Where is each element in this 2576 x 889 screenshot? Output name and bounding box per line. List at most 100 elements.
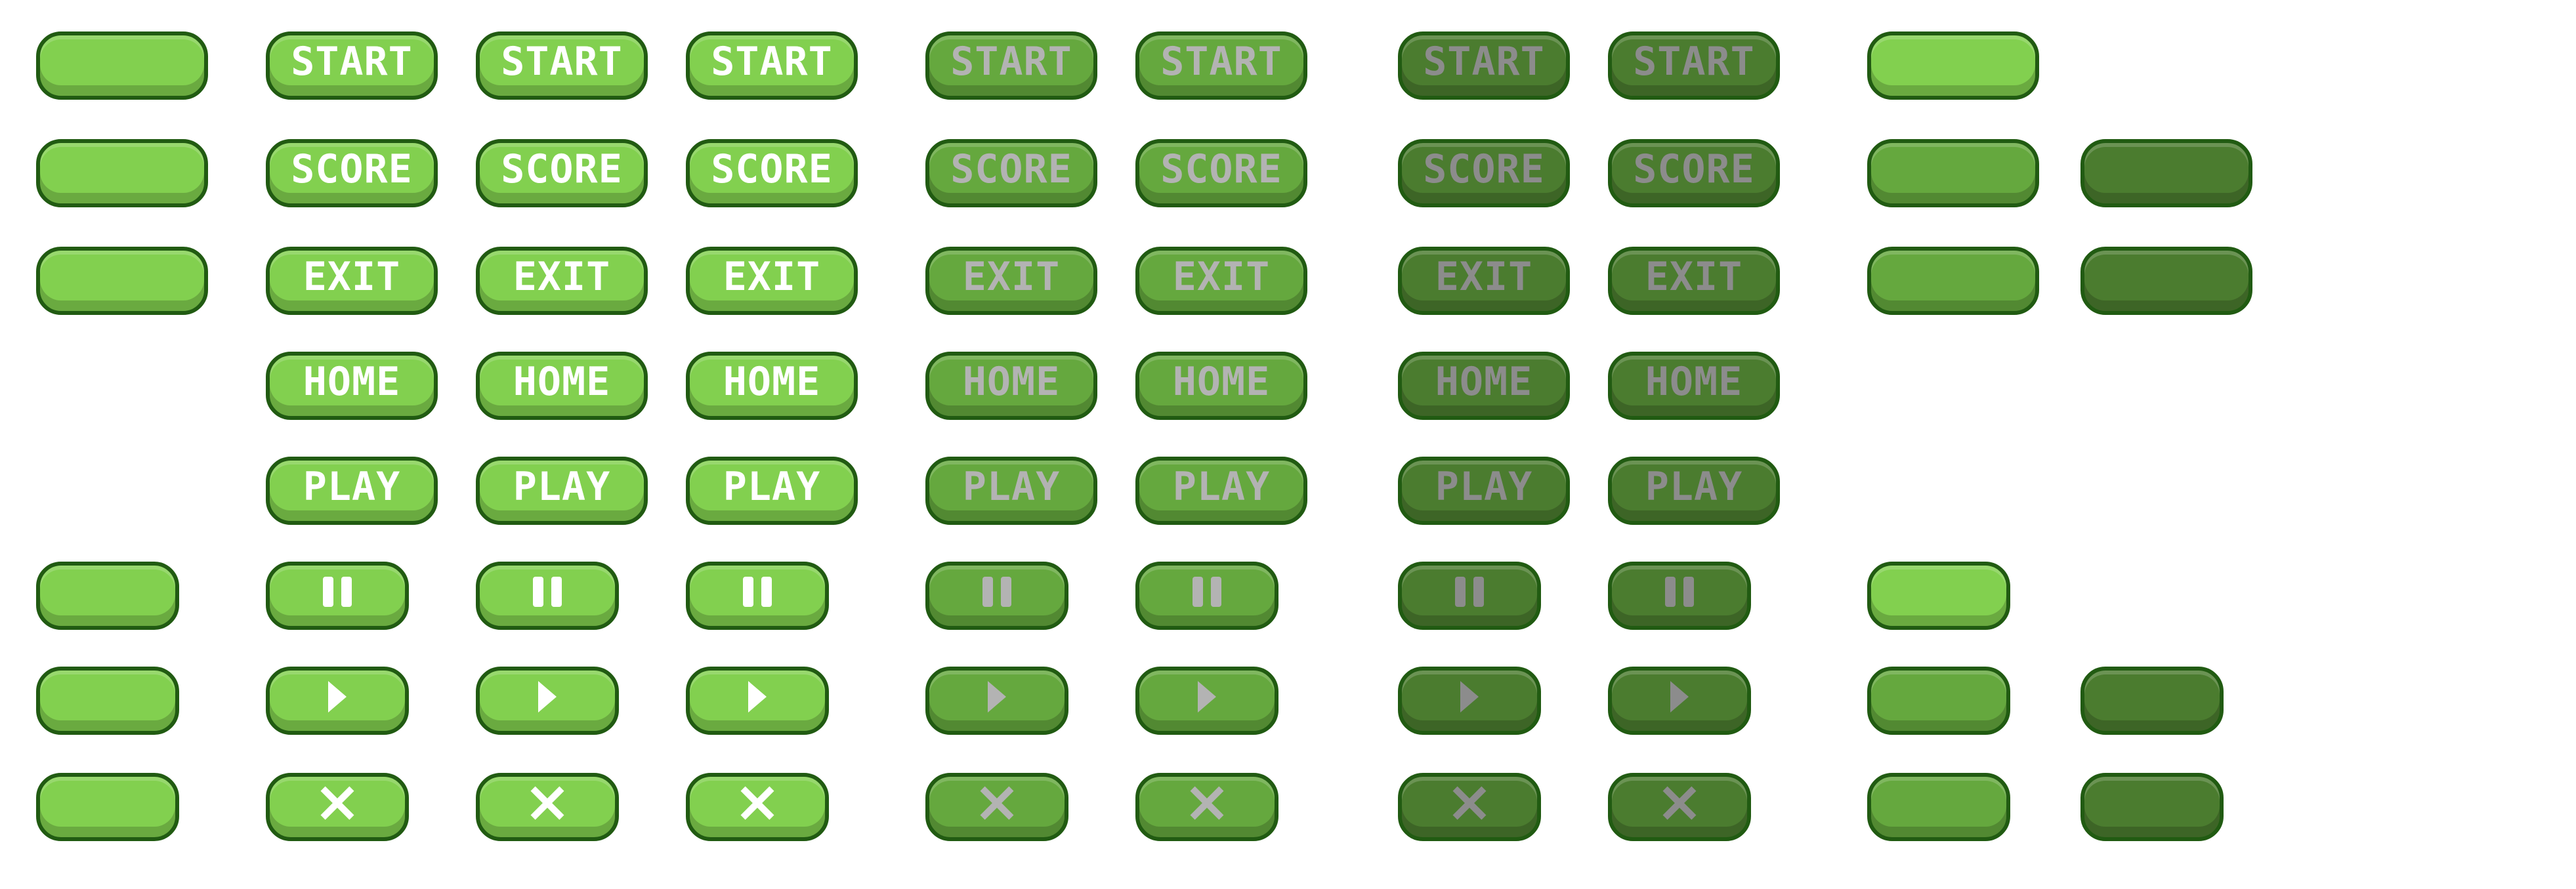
play-icon — [538, 681, 557, 713]
close-icon — [738, 784, 776, 822]
button-label: SCORE — [950, 146, 1072, 192]
play-button[interactable]: PLAY — [686, 457, 858, 525]
exit-button[interactable]: EXIT — [686, 247, 858, 315]
start-button[interactable]: START — [1608, 31, 1780, 100]
exit-button[interactable]: EXIT — [1398, 247, 1570, 315]
pause-button[interactable] — [686, 562, 829, 630]
button-label: HOME — [1435, 359, 1533, 405]
close-button[interactable] — [1398, 773, 1541, 841]
blank-button[interactable] — [36, 139, 208, 207]
home-button[interactable]: HOME — [1135, 352, 1307, 420]
blank-button[interactable] — [36, 31, 208, 100]
play-button[interactable] — [925, 667, 1068, 735]
blank-button[interactable] — [2080, 773, 2224, 841]
play-button[interactable] — [1398, 667, 1541, 735]
blank-button[interactable] — [1867, 773, 2010, 841]
blank-button[interactable] — [1867, 247, 2039, 315]
close-icon — [318, 784, 356, 822]
button-label: EXIT — [1645, 254, 1743, 300]
pause-button[interactable] — [925, 562, 1068, 630]
score-button[interactable]: SCORE — [1135, 139, 1307, 207]
play-icon — [328, 681, 347, 713]
blank-button[interactable] — [36, 667, 179, 735]
close-button[interactable] — [925, 773, 1068, 841]
pause-button[interactable] — [1608, 562, 1751, 630]
button-label: HOME — [723, 359, 821, 405]
pause-button[interactable] — [476, 562, 619, 630]
close-button[interactable] — [686, 773, 829, 841]
blank-button[interactable] — [1867, 139, 2039, 207]
blank-button[interactable] — [36, 562, 179, 630]
button-label: PLAY — [513, 464, 611, 510]
button-label: PLAY — [1172, 464, 1271, 510]
blank-button[interactable] — [1867, 562, 2010, 630]
score-button[interactable]: SCORE — [1608, 139, 1780, 207]
close-button[interactable] — [1608, 773, 1751, 841]
play-icon — [1670, 681, 1689, 713]
button-label: EXIT — [962, 254, 1061, 300]
play-button[interactable]: PLAY — [1608, 457, 1780, 525]
play-button[interactable] — [1608, 667, 1751, 735]
score-button[interactable]: SCORE — [266, 139, 438, 207]
close-button[interactable] — [476, 773, 619, 841]
pause-button[interactable] — [1135, 562, 1278, 630]
button-label: EXIT — [723, 254, 821, 300]
pause-button[interactable] — [266, 562, 409, 630]
pause-icon — [320, 577, 354, 607]
exit-button[interactable]: EXIT — [925, 247, 1097, 315]
start-button[interactable]: START — [476, 31, 648, 100]
start-button[interactable]: START — [1398, 31, 1570, 100]
score-button[interactable]: SCORE — [476, 139, 648, 207]
button-label: HOME — [1172, 359, 1271, 405]
button-label: SCORE — [501, 146, 623, 192]
score-button[interactable]: SCORE — [1398, 139, 1570, 207]
exit-button[interactable]: EXIT — [1608, 247, 1780, 315]
pause-button[interactable] — [1398, 562, 1541, 630]
close-button[interactable] — [266, 773, 409, 841]
blank-button[interactable] — [36, 773, 179, 841]
close-button[interactable] — [1135, 773, 1278, 841]
play-button[interactable]: PLAY — [266, 457, 438, 525]
play-button[interactable] — [266, 667, 409, 735]
button-label: START — [291, 39, 413, 85]
home-button[interactable]: HOME — [1398, 352, 1570, 420]
button-label: HOME — [1645, 359, 1743, 405]
pause-icon — [1190, 577, 1224, 607]
button-label: SCORE — [1160, 146, 1282, 192]
home-button[interactable]: HOME — [266, 352, 438, 420]
score-button[interactable]: SCORE — [686, 139, 858, 207]
home-button[interactable]: HOME — [476, 352, 648, 420]
blank-button[interactable] — [2080, 667, 2224, 735]
play-button[interactable]: PLAY — [1398, 457, 1570, 525]
play-icon — [1460, 681, 1479, 713]
close-icon — [528, 784, 566, 822]
button-label: START — [711, 39, 833, 85]
play-button[interactable] — [476, 667, 619, 735]
play-button[interactable]: PLAY — [925, 457, 1097, 525]
button-label: START — [950, 39, 1072, 85]
exit-button[interactable]: EXIT — [266, 247, 438, 315]
blank-button[interactable] — [1867, 31, 2039, 100]
play-button[interactable] — [686, 667, 829, 735]
home-button[interactable]: HOME — [686, 352, 858, 420]
start-button[interactable]: START — [925, 31, 1097, 100]
button-label: START — [1423, 39, 1545, 85]
blank-button[interactable] — [1867, 667, 2010, 735]
blank-button[interactable] — [2080, 247, 2252, 315]
button-label: SCORE — [291, 146, 413, 192]
exit-button[interactable]: EXIT — [1135, 247, 1307, 315]
play-button[interactable] — [1135, 667, 1278, 735]
blank-button[interactable] — [2080, 139, 2252, 207]
button-label: SCORE — [711, 146, 833, 192]
button-label: EXIT — [1172, 254, 1271, 300]
blank-button[interactable] — [36, 247, 208, 315]
score-button[interactable]: SCORE — [925, 139, 1097, 207]
home-button[interactable]: HOME — [1608, 352, 1780, 420]
start-button[interactable]: START — [686, 31, 858, 100]
play-button[interactable]: PLAY — [476, 457, 648, 525]
exit-button[interactable]: EXIT — [476, 247, 648, 315]
start-button[interactable]: START — [1135, 31, 1307, 100]
play-button[interactable]: PLAY — [1135, 457, 1307, 525]
home-button[interactable]: HOME — [925, 352, 1097, 420]
start-button[interactable]: START — [266, 31, 438, 100]
